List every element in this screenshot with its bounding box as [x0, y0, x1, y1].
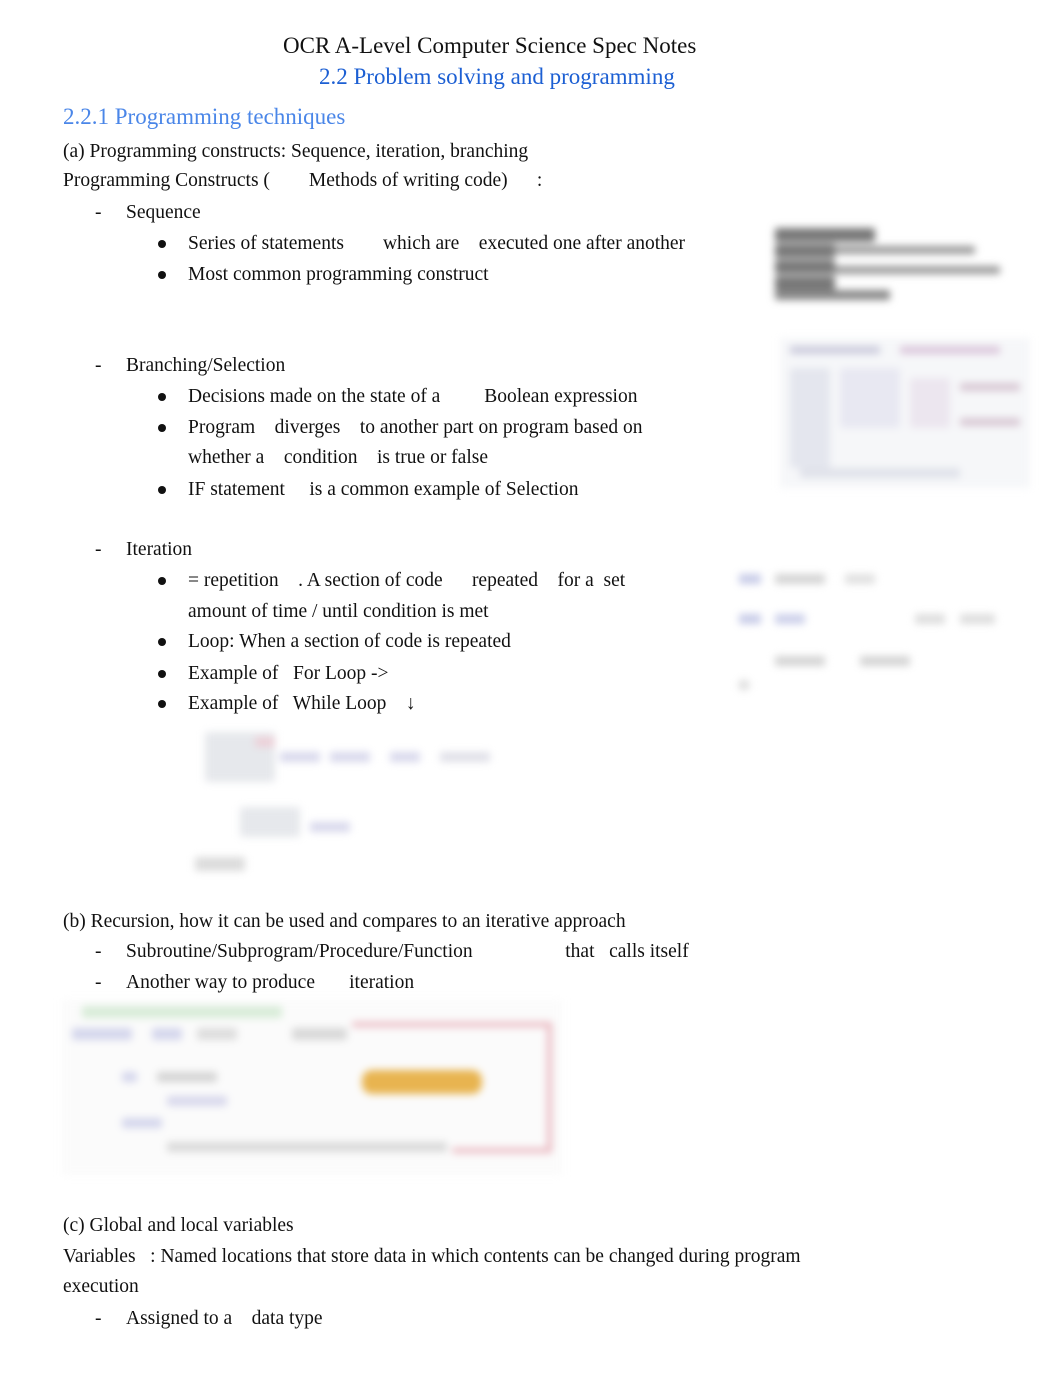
bullet-icon: [158, 700, 166, 708]
bullet-icon: [158, 271, 166, 279]
for-loop-code-image: [735, 568, 1005, 693]
bullet-icon: [158, 638, 166, 646]
list-item-sequence: Sequence: [126, 202, 201, 223]
bullet-text: IF statement is a common example of Sele…: [188, 479, 579, 500]
bullet-text: Example of For Loop ->: [188, 663, 389, 684]
list-item: Another way to produce iteration: [126, 972, 415, 993]
document-subtitle: 2.2 Problem solving and programming: [319, 64, 675, 89]
list-item: Subroutine/Subprogram/Procedure/Function…: [126, 941, 689, 962]
list-dash: -: [95, 972, 102, 993]
list-dash: -: [95, 1308, 102, 1329]
part-a-heading: (a) Programming constructs: Sequence, it…: [63, 141, 529, 162]
part-c-heading: (c) Global and local variables: [63, 1215, 294, 1236]
list-dash: -: [95, 355, 102, 376]
list-item-iteration: Iteration: [126, 539, 193, 560]
document-title: OCR A-Level Computer Science Spec Notes: [283, 33, 697, 58]
bullet-icon: [158, 577, 166, 585]
bullet-icon: [158, 240, 166, 248]
bullet-text: Most common programming construct: [188, 264, 489, 285]
bullet-text: Example of While Loop ↓: [188, 693, 416, 714]
section-heading: 2.2.1 Programming techniques: [63, 104, 346, 129]
bullet-text: Series of statements which are executed …: [188, 233, 686, 254]
recursion-code-image: [62, 1000, 562, 1175]
bullet-text: = repetition . A section of code repeate…: [188, 570, 626, 591]
bullet-text: Program diverges to another part on prog…: [188, 417, 643, 438]
bullet-text-continued: amount of time / until condition is met: [188, 601, 489, 622]
bullet-text-continued: whether a condition is true or false: [188, 447, 488, 468]
list-item-branching: Branching/Selection: [126, 355, 286, 376]
list-dash: -: [95, 941, 102, 962]
bullet-icon: [158, 670, 166, 678]
bullet-text: Decisions made on the state of a Boolean…: [188, 386, 638, 407]
while-loop-code-image: [190, 722, 510, 877]
variables-definition-continued: execution: [63, 1276, 139, 1297]
selection-code-image: [780, 338, 1030, 488]
bullet-icon: [158, 486, 166, 494]
variables-definition: Variables : Named locations that store d…: [63, 1246, 801, 1267]
bullet-icon: [158, 393, 166, 401]
list-dash: -: [95, 202, 102, 223]
part-b-heading: (b) Recursion, how it can be used and co…: [63, 911, 626, 932]
list-item: Assigned to a data type: [126, 1308, 323, 1329]
sequence-code-image: [775, 228, 1005, 308]
bullet-text: Loop: When a section of code is repeated: [188, 631, 511, 652]
list-dash: -: [95, 539, 102, 560]
bullet-icon: [158, 424, 166, 432]
part-a-intro: Programming Constructs ( Methods of writ…: [63, 170, 543, 191]
